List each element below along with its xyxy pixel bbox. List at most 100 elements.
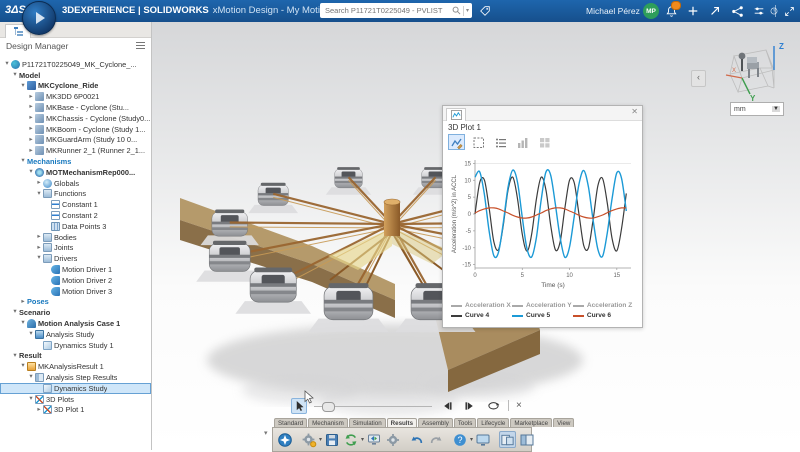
loop-button[interactable]	[485, 398, 501, 414]
legend-item[interactable]: Curve 6	[573, 311, 634, 321]
slider-handle[interactable]	[322, 402, 335, 412]
expander-down-icon[interactable]: ▾	[35, 255, 43, 262]
tree-item[interactable]: Motion Driver 2	[0, 275, 151, 286]
panel-icon[interactable]	[499, 431, 516, 448]
units-dropdown[interactable]: mm ▼	[730, 102, 784, 116]
plot-tab[interactable]	[446, 108, 466, 121]
tree-item[interactable]: Motion Driver 1	[0, 264, 151, 275]
compass-icon[interactable]	[277, 431, 293, 448]
tree-item[interactable]: ▾MOTMechanismRep000...	[0, 167, 151, 178]
expander-right-icon[interactable]: ▸	[35, 234, 43, 241]
expander-right-icon[interactable]: ▸	[27, 94, 35, 101]
close-playback-button[interactable]: ×	[516, 400, 522, 411]
tree-item[interactable]: ▾Analysis Study	[0, 329, 151, 340]
tree-item[interactable]: ▸Joints	[0, 243, 151, 254]
expander-right-icon[interactable]: ▸	[35, 245, 43, 252]
tab-marketplace[interactable]: Marketplace	[510, 418, 552, 427]
tree-item[interactable]: Constant 2	[0, 210, 151, 221]
tab-tools[interactable]: Tools	[454, 418, 476, 427]
search-caret-icon[interactable]: ▾	[466, 7, 469, 14]
search-icon[interactable]	[452, 6, 461, 15]
legend-item[interactable]: Curve 5	[512, 311, 573, 321]
plus-icon[interactable]	[686, 4, 700, 18]
grid-icon[interactable]	[536, 134, 553, 150]
refresh-icon[interactable]	[343, 431, 359, 448]
expander-down-icon[interactable]: ▾	[27, 396, 35, 403]
display-icon[interactable]	[475, 431, 491, 448]
tab-lifecycle[interactable]: Lifecycle	[477, 418, 509, 427]
tree-item[interactable]: ▸Poses	[0, 297, 151, 308]
tree-item[interactable]: ▸3D Plot 1	[0, 405, 151, 416]
tree-item[interactable]: Data Points 3	[0, 221, 151, 232]
tree-item[interactable]: ▾Scenario	[0, 307, 151, 318]
expander-down-icon[interactable]: ▾	[11, 353, 19, 360]
tab-view[interactable]: View	[553, 418, 574, 427]
tree-item[interactable]: ▸Globals	[0, 178, 151, 189]
search-input[interactable]	[323, 5, 450, 16]
expander-right-icon[interactable]: ▸	[27, 137, 35, 144]
dropdown-caret-icon[interactable]: ▾	[319, 436, 322, 443]
tree-item[interactable]: ▾Analysis Step Results	[0, 372, 151, 383]
panel-alt-icon[interactable]	[519, 431, 535, 448]
expander-right-icon[interactable]: ▸	[35, 180, 43, 187]
fit-icon[interactable]	[470, 134, 487, 150]
tree-item[interactable]: ▾Mechanisms	[0, 156, 151, 167]
tree-item[interactable]: Constant 1	[0, 199, 151, 210]
expander-down-icon[interactable]: ▾	[19, 363, 27, 370]
dropdown-caret-icon[interactable]: ▾	[470, 436, 473, 443]
cursor-select-button[interactable]	[291, 398, 307, 414]
tree-item[interactable]: ▾P11721T0225049_MK_Cyclone_...	[0, 59, 151, 70]
expander-down-icon[interactable]: ▾	[11, 72, 19, 79]
tree-item[interactable]: ▸Bodies	[0, 232, 151, 243]
expander-down-icon[interactable]: ▾	[35, 191, 43, 198]
hamburger-icon[interactable]	[136, 42, 145, 49]
list-icon[interactable]	[492, 134, 509, 150]
tree-item[interactable]: ▾Result	[0, 351, 151, 362]
tab-assembly[interactable]: Assembly	[418, 418, 453, 427]
help-icon[interactable]: ?	[770, 4, 778, 18]
tab-standard[interactable]: Standard	[274, 418, 307, 427]
help-icon[interactable]: ?	[452, 431, 468, 448]
tree-item[interactable]: ▾MKCyclone_Ride	[0, 81, 151, 92]
global-search[interactable]: ▾	[320, 3, 472, 18]
tree-item[interactable]: ▸MKBoom - Cyclone (Study 1...	[0, 124, 151, 135]
expander-down-icon[interactable]: ▾	[27, 169, 35, 176]
tree-item[interactable]: ▸MKBase - Cyclone (Stu...	[0, 102, 151, 113]
tab-simulation[interactable]: Simulation	[349, 418, 386, 427]
legend-item[interactable]: Acceleration X	[451, 301, 512, 311]
tree-item[interactable]: Motion Driver 3	[0, 286, 151, 297]
tree-item[interactable]: ▸MKChassis - Cyclone (Study0...	[0, 113, 151, 124]
transfer-icon[interactable]	[366, 431, 382, 448]
save-icon[interactable]	[324, 431, 340, 448]
expander-right-icon[interactable]: ▸	[35, 407, 43, 414]
3dcompass-logo[interactable]	[22, 1, 56, 35]
expander-right-icon[interactable]: ▸	[27, 148, 35, 155]
tree-item[interactable]: ▾Model	[0, 70, 151, 81]
tree-item[interactable]: ▾Drivers	[0, 253, 151, 264]
redo-icon[interactable]	[428, 431, 444, 448]
tree-item[interactable]: ▸MKRunner 2_1 (Runner 2_1...	[0, 145, 151, 156]
network-icon[interactable]	[730, 4, 744, 18]
tree-item[interactable]: ▾MKAnalysisResult 1	[0, 361, 151, 372]
tree-item[interactable]: ▸MK3DD 6P0021	[0, 91, 151, 102]
expander-down-icon[interactable]: ▾	[11, 309, 19, 316]
tree-item[interactable]: Dynamics Study	[0, 383, 151, 394]
tree-item[interactable]: ▾3D Plots	[0, 394, 151, 405]
step-forward-button[interactable]	[462, 398, 478, 414]
step-back-button[interactable]	[439, 398, 455, 414]
tree-item[interactable]: Dynamics Study 1	[0, 340, 151, 351]
tree-item[interactable]: ▸MKGuardArm (Study 10 0...	[0, 135, 151, 146]
bar-chart-icon[interactable]	[514, 134, 531, 150]
viewcube-collapse-button[interactable]: ‹	[691, 70, 706, 87]
tools-icon[interactable]	[752, 4, 766, 18]
bell-icon[interactable]	[664, 4, 678, 18]
legend-item[interactable]: Acceleration Y	[512, 301, 573, 311]
timeline-slider[interactable]	[314, 398, 432, 414]
gear-star-icon[interactable]	[301, 431, 317, 448]
expander-down-icon[interactable]: ▾	[19, 158, 27, 165]
expander-down-icon[interactable]: ▾	[27, 331, 35, 338]
user-name[interactable]: Michael Pérez	[586, 6, 640, 16]
collapse-icon[interactable]	[782, 4, 796, 18]
tag-icon[interactable]	[478, 4, 492, 18]
expander-right-icon[interactable]: ▸	[19, 299, 27, 306]
